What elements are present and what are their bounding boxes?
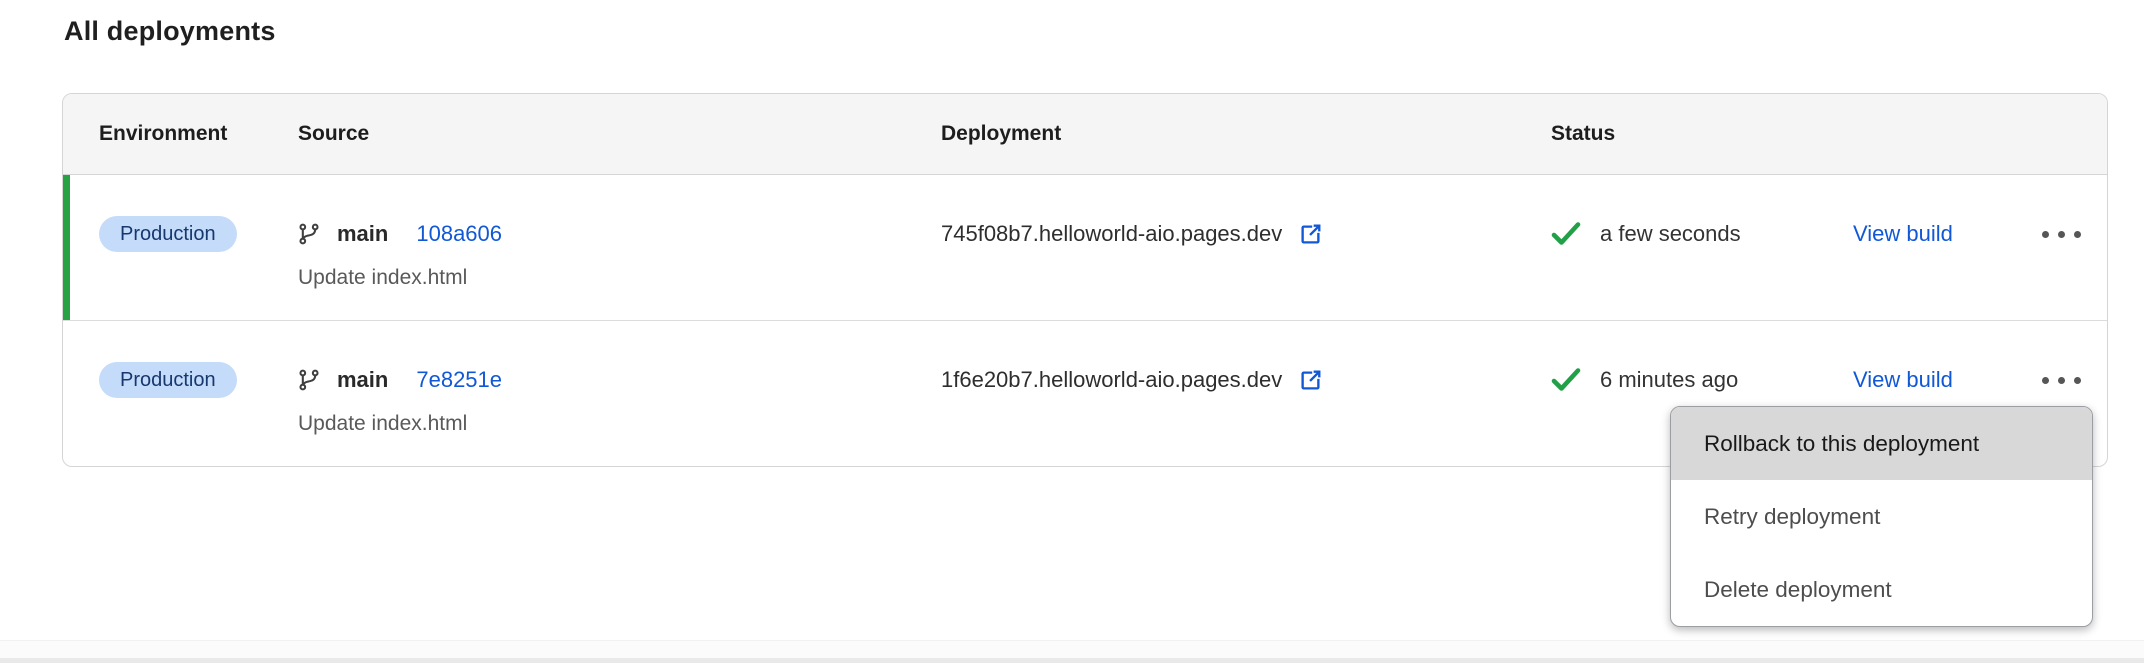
more-actions-button[interactable] (2042, 211, 2107, 257)
column-header-source: Source (298, 122, 941, 146)
view-build-link[interactable]: View build (1853, 367, 1953, 393)
deployment-actions-menu: Rollback to this deployment Retry deploy… (1670, 406, 2093, 627)
success-check-icon (1551, 367, 1581, 393)
branch-name: main (337, 221, 388, 247)
status-time: 6 minutes ago (1600, 367, 1738, 393)
git-branch-icon (298, 223, 320, 245)
commit-message: Update index.html (298, 265, 941, 291)
more-actions-button[interactable] (2042, 357, 2107, 403)
column-header-environment: Environment (63, 122, 298, 146)
current-deployment-indicator (63, 175, 70, 320)
page-bottom-divider (0, 640, 2144, 663)
commit-link[interactable]: 108a606 (416, 221, 502, 247)
deployment-url: 745f08b7.helloworld-aio.pages.dev (941, 221, 1282, 247)
external-link-icon[interactable] (1297, 367, 1324, 394)
menu-item-rollback[interactable]: Rollback to this deployment (1671, 407, 2092, 480)
status-time: a few seconds (1600, 221, 1741, 247)
menu-item-delete[interactable]: Delete deployment (1671, 553, 2092, 626)
table-row: Production main 108a606 Update index.htm… (63, 175, 2107, 321)
git-branch-icon (298, 369, 320, 391)
column-header-status: Status (1551, 122, 1853, 146)
success-check-icon (1551, 221, 1581, 247)
commit-link[interactable]: 7e8251e (416, 367, 502, 393)
page-title: All deployments (64, 16, 276, 47)
table-header-row: Environment Source Deployment Status (63, 94, 2107, 175)
deployment-url: 1f6e20b7.helloworld-aio.pages.dev (941, 367, 1282, 393)
commit-message: Update index.html (298, 411, 941, 437)
external-link-icon[interactable] (1297, 221, 1324, 248)
branch-name: main (337, 367, 388, 393)
environment-badge: Production (99, 362, 237, 398)
environment-badge: Production (99, 216, 237, 252)
column-header-deployment: Deployment (941, 122, 1551, 146)
view-build-link[interactable]: View build (1853, 221, 1953, 247)
menu-item-retry[interactable]: Retry deployment (1671, 480, 2092, 553)
